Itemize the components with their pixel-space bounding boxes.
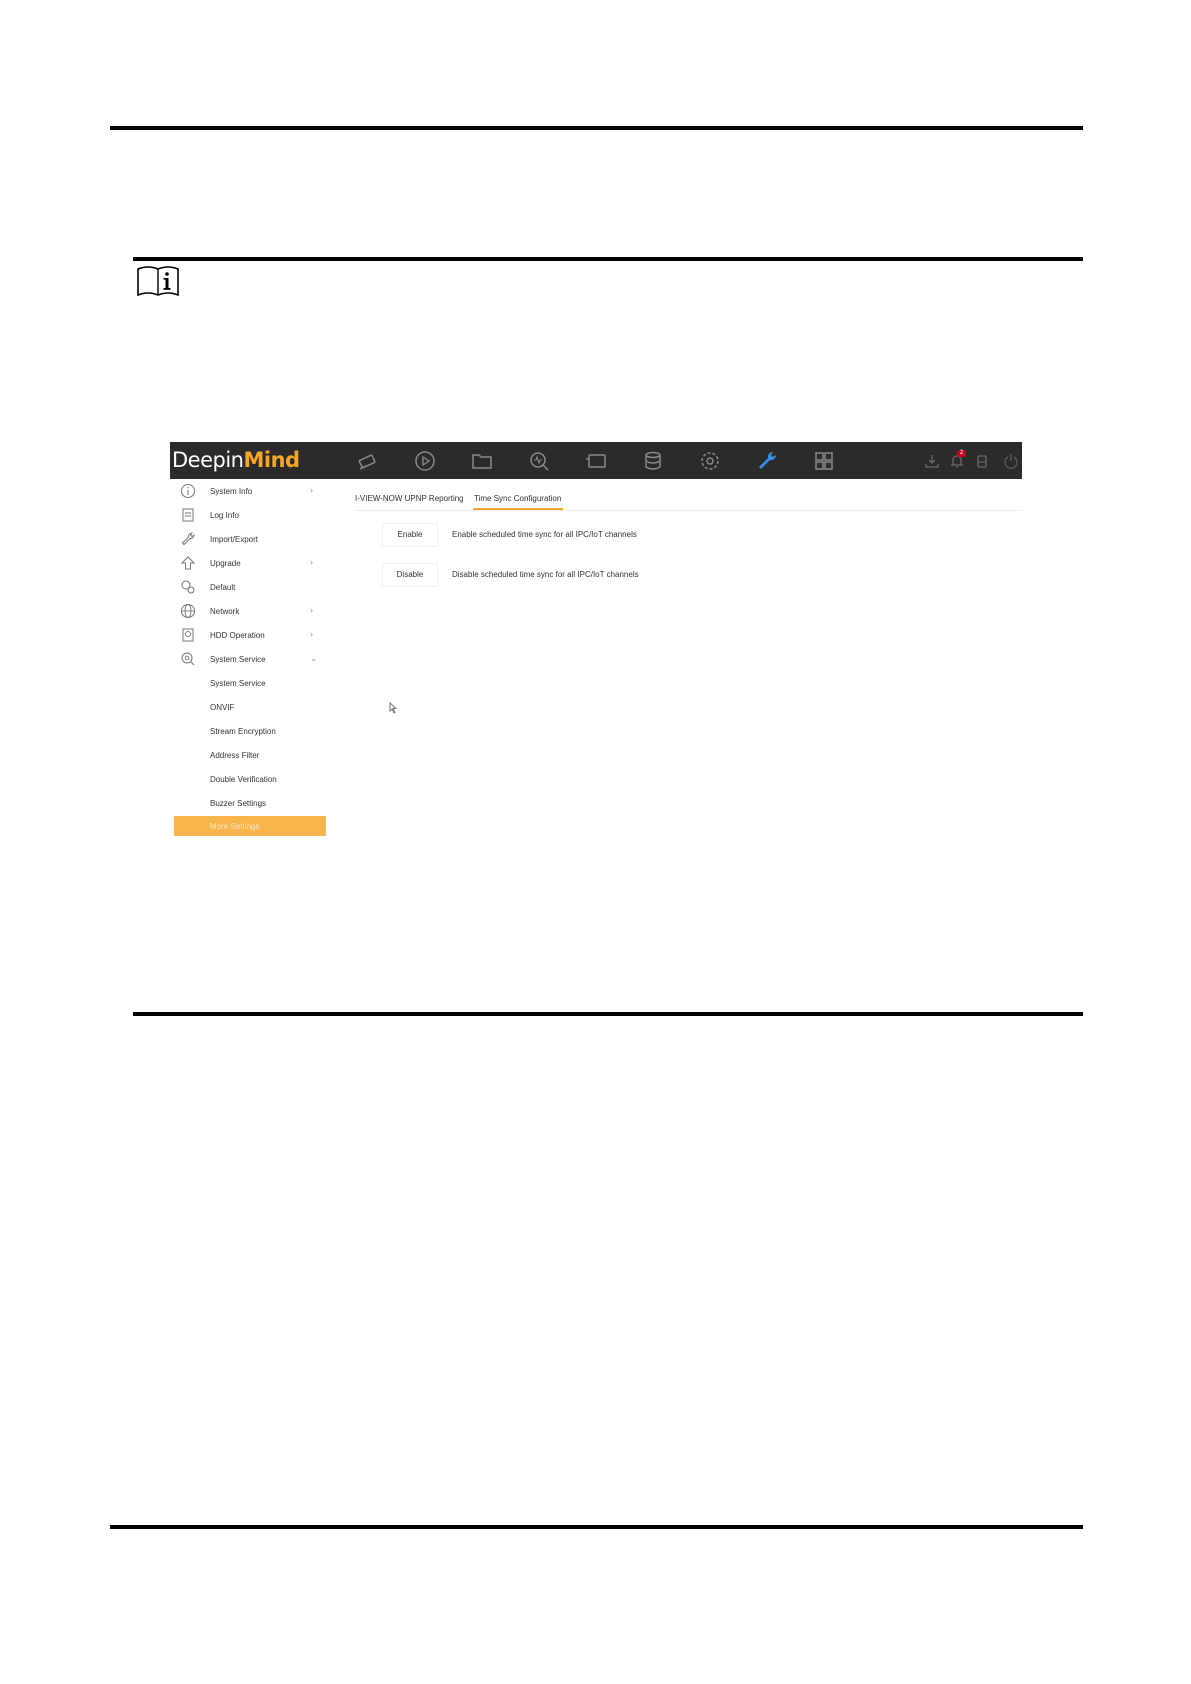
sidebar-item-label: Log Info xyxy=(210,511,239,520)
sidebar-subitem-label: ONVIF xyxy=(210,703,235,712)
sidebar-subitem-stream-encryption[interactable]: Stream Encryption xyxy=(170,719,330,743)
sidebar-item-import-export[interactable]: Import/Export xyxy=(170,527,330,551)
sidebar-subitem-label: Buzzer Settings xyxy=(210,799,267,808)
enable-description: Enable scheduled time sync for all IPC/I… xyxy=(452,530,637,539)
note-top-rule xyxy=(133,257,1083,261)
sidebar-subitem-system-service[interactable]: System Service xyxy=(170,671,330,695)
service-icon xyxy=(180,651,196,667)
sidebar-subitem-buzzer-settings[interactable]: Buzzer Settings xyxy=(170,791,330,815)
tab-time-sync-configuration[interactable]: Time Sync Configuration xyxy=(474,494,561,503)
sidebar-item-system-info[interactable]: System Info › xyxy=(170,479,330,503)
hdd-icon xyxy=(180,627,196,643)
sidebar-item-system-service[interactable]: System Service ⌄ xyxy=(170,647,330,671)
note-bottom-rule xyxy=(133,1012,1083,1016)
maintenance-icon[interactable] xyxy=(755,449,779,473)
note-book-icon xyxy=(136,264,180,298)
sidebar-subitem-address-filter[interactable]: Address Filter xyxy=(170,743,330,767)
top-rule xyxy=(110,126,1083,130)
logo: DeepinMind xyxy=(172,448,300,472)
mouse-cursor-icon xyxy=(389,701,398,714)
chevron-right-icon: › xyxy=(310,605,313,615)
alarm-count-badge: 2 xyxy=(957,450,966,457)
wrench-icon xyxy=(180,531,196,547)
bottom-rule xyxy=(110,1525,1083,1529)
sidebar-subitem-double-verification[interactable]: Double Verification xyxy=(170,767,330,791)
enable-button[interactable]: Enable xyxy=(382,523,438,547)
grid-icon[interactable] xyxy=(812,449,836,473)
disable-description: Disable scheduled time sync for all IPC/… xyxy=(452,570,639,579)
top-bar: DeepinMind 2 xyxy=(170,442,1022,479)
download-icon[interactable] xyxy=(924,453,940,469)
embedded-screenshot: DeepinMind 2 System Info › Log Info Impo… xyxy=(170,442,1022,930)
camera-icon[interactable] xyxy=(356,449,380,473)
disable-button[interactable]: Disable xyxy=(382,563,438,587)
search-icon[interactable] xyxy=(527,449,551,473)
sidebar-item-network[interactable]: Network › xyxy=(170,599,330,623)
upgrade-icon xyxy=(180,555,196,571)
sidebar-subitem-more-settings[interactable]: More Settings xyxy=(174,816,326,836)
sidebar-subitem-label: Double Verification xyxy=(210,775,277,784)
sidebar-subitem-onvif[interactable]: ONVIF xyxy=(170,695,330,719)
sidebar-item-label: Network xyxy=(210,607,240,616)
info-icon xyxy=(180,483,196,499)
sidebar-subitem-label: Stream Encryption xyxy=(210,727,276,736)
playback-icon[interactable] xyxy=(413,449,437,473)
sidebar-subitem-label: Address Filter xyxy=(210,751,260,760)
sidebar-item-label: Import/Export xyxy=(210,535,259,544)
log-icon xyxy=(180,507,196,523)
power-icon[interactable] xyxy=(1003,453,1019,469)
chevron-right-icon: › xyxy=(310,485,313,495)
sidebar-subitem-label: System Service xyxy=(210,679,266,688)
sidebar-item-default[interactable]: Default xyxy=(170,575,330,599)
settings-icon[interactable] xyxy=(698,449,722,473)
sidebar-item-log-info[interactable]: Log Info xyxy=(170,503,330,527)
sidebar-item-label: Upgrade xyxy=(210,559,241,568)
sidebar-item-upgrade[interactable]: Upgrade › xyxy=(170,551,330,575)
smart-icon[interactable] xyxy=(584,449,608,473)
sidebar-subitem-label: More Settings xyxy=(210,822,260,831)
sidebar-item-label: Default xyxy=(210,583,236,592)
storage-status-icon[interactable] xyxy=(974,453,990,469)
globe-icon xyxy=(180,603,196,619)
sidebar-item-label: HDD Operation xyxy=(210,631,265,640)
tab-upnp-reporting[interactable]: I-VIEW-NOW UPNP Reporting xyxy=(355,494,464,503)
sidebar-item-hdd-operation[interactable]: HDD Operation › xyxy=(170,623,330,647)
chevron-right-icon: › xyxy=(310,629,313,639)
tab-divider xyxy=(355,510,1022,511)
sidebar-item-label: System Service xyxy=(210,655,266,664)
storage-icon[interactable] xyxy=(641,449,665,473)
chevron-down-icon: ⌄ xyxy=(310,653,318,663)
tab-bar: I-VIEW-NOW UPNP Reporting Time Sync Conf… xyxy=(355,490,1022,511)
sidebar-item-label: System Info xyxy=(210,487,253,496)
chevron-right-icon: › xyxy=(310,557,313,567)
default-icon xyxy=(180,579,196,595)
sidebar: System Info › Log Info Import/Export Upg… xyxy=(170,479,330,930)
folder-icon[interactable] xyxy=(470,449,494,473)
